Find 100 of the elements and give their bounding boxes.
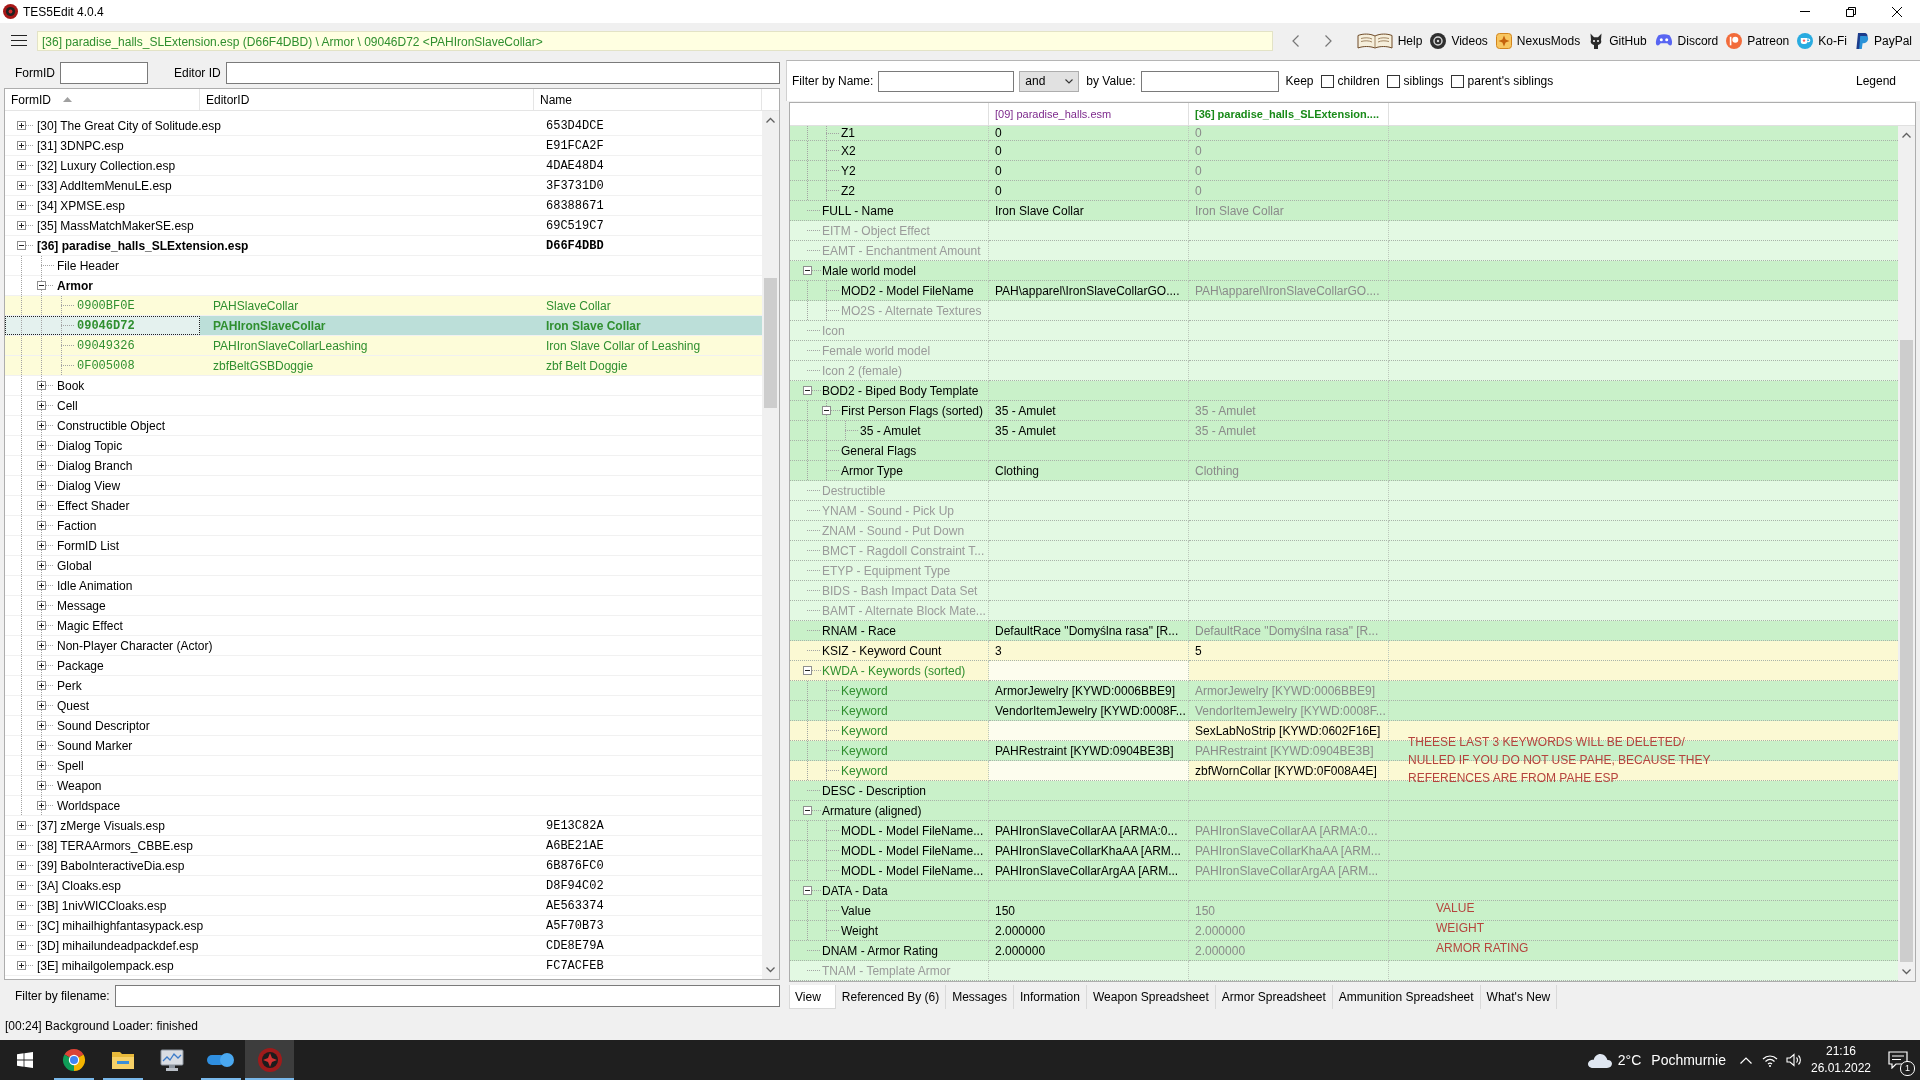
plus-box-icon[interactable]: [17, 881, 26, 890]
tree-item[interactable]: [38] TERAArmors_CBBE.esp: [37, 838, 193, 853]
plus-box-icon[interactable]: [37, 581, 46, 590]
tree-item[interactable]: [3C] mihailhighfantasypack.esp: [37, 918, 204, 933]
tree-item[interactable]: [31] 3DNPC.esp: [37, 138, 124, 153]
toolbar-link[interactable]: Videos: [1430, 29, 1488, 52]
checkbox[interactable]: [1386, 74, 1400, 88]
tree-item[interactable]: Cell: [57, 398, 78, 413]
field-row[interactable]: FULL - Name Iron Slave Collar Iron Slave Collar: [790, 201, 1898, 221]
checkbox-label[interactable]: children: [1337, 74, 1380, 88]
tree-item[interactable]: Non-Player Character (Actor): [57, 638, 213, 653]
plus-box-icon[interactable]: [17, 181, 26, 190]
field-row[interactable]: Z1 0 0: [790, 126, 1898, 141]
tree-item[interactable]: [3D] mihailundeadpackdef.esp: [37, 938, 199, 953]
field-row[interactable]: Keyword ArmorJewelry [KYWD:0006BBE9] ArmorJewelry [KYWD:0006BBE9]: [790, 681, 1898, 701]
tree-item[interactable]: [39] BaboInteractiveDia.esp: [37, 858, 185, 873]
field-row[interactable]: Z2 0 0: [790, 181, 1898, 201]
tree-item[interactable]: Effect Shader: [57, 498, 130, 513]
tab[interactable]: Messages: [946, 985, 1014, 1009]
formid-field[interactable]: [60, 62, 148, 84]
field-row[interactable]: MODL - Model FileName... PAHIronSlaveCollarKhaAA [ARM... PAHIronSlaveCollarKhaAA [ARM...: [790, 841, 1898, 861]
checkbox[interactable]: [1450, 74, 1464, 88]
tree-item[interactable]: Perk: [57, 678, 82, 693]
tree-item[interactable]: Sound Descriptor: [57, 718, 150, 733]
tab[interactable]: Weapon Spreadsheet: [1086, 985, 1216, 1009]
column-header[interactable]: Name: [534, 89, 762, 110]
minus-box-icon[interactable]: [37, 281, 46, 290]
filename-filter-field[interactable]: [114, 985, 780, 1007]
plus-box-icon[interactable]: [17, 221, 26, 230]
operator-dropdown[interactable]: and: [1019, 70, 1080, 92]
record-row[interactable]: 09049326 PAHIronSlaveCollarLeashing Iron Slave Collar of Leashing: [5, 336, 762, 356]
plus-box-icon[interactable]: [17, 201, 26, 210]
field-row[interactable]: Value 150 150 VALUE: [790, 901, 1898, 921]
plus-box-icon[interactable]: [17, 961, 26, 970]
tree-item[interactable]: Package: [57, 658, 104, 673]
plus-box-icon[interactable]: [17, 161, 26, 170]
toolbar-link[interactable]: GitHub: [1588, 29, 1647, 52]
tab[interactable]: View: [789, 985, 836, 1009]
field-row[interactable]: First Person Flags (sorted) 35 - Amulet 35 - Amulet: [790, 401, 1898, 421]
column-header[interactable]: EditorID: [200, 89, 534, 110]
clock-date[interactable]: 26.01.2022: [1810, 1060, 1872, 1077]
field-row[interactable]: DESC - Description: [790, 781, 1898, 801]
legend-link[interactable]: Legend: [1855, 74, 1896, 88]
notification-button[interactable]: 1: [1876, 1040, 1920, 1080]
tree-item[interactable]: Spell: [57, 758, 84, 773]
plus-box-icon[interactable]: [37, 741, 46, 750]
tree-item[interactable]: Weapon: [57, 778, 102, 793]
field-row[interactable]: Male world model: [790, 261, 1898, 281]
field-row[interactable]: General Flags: [790, 441, 1898, 461]
tree-item[interactable]: [33] AddItemMenuLE.esp: [37, 178, 172, 193]
plus-box-icon[interactable]: [17, 861, 26, 870]
plus-box-icon[interactable]: [37, 661, 46, 670]
column-header[interactable]: [36] paradise_halls_SLExtension....: [1189, 103, 1389, 125]
plus-box-icon[interactable]: [37, 681, 46, 690]
field-row[interactable]: MODL - Model FileName... PAHIronSlaveCollarArgAA [ARM... PAHIronSlaveCollarArgAA [ARM...: [790, 861, 1898, 881]
tree-item[interactable]: Sound Marker: [57, 738, 133, 753]
minus-box-icon[interactable]: [17, 241, 26, 250]
record-row[interactable]: 09046D72 PAHIronSlaveCollar Iron Slave Collar: [5, 316, 762, 336]
plus-box-icon[interactable]: [37, 461, 46, 470]
plus-box-icon[interactable]: [37, 781, 46, 790]
field-row[interactable]: KSIZ - Keyword Count 3 5: [790, 641, 1898, 661]
toolbar-link[interactable]: Ko-Fi: [1797, 29, 1847, 52]
plus-box-icon[interactable]: [37, 401, 46, 410]
tab[interactable]: Armor Spreadsheet: [1215, 985, 1333, 1009]
tree-item[interactable]: Faction: [57, 518, 97, 533]
record-row[interactable]: 0900BF0E PAHSlaveCollar Slave Collar: [5, 296, 762, 316]
plus-box-icon[interactable]: [17, 121, 26, 130]
tree-item[interactable]: [30] The Great City of Solitude.esp: [37, 118, 221, 133]
tree-item[interactable]: Global: [57, 558, 92, 573]
plus-box-icon[interactable]: [37, 501, 46, 510]
tree-item[interactable]: Idle Animation: [57, 578, 133, 593]
field-row[interactable]: BOD2 - Biped Body Template: [790, 381, 1898, 401]
tree-item[interactable]: Armor: [57, 278, 93, 293]
taskbar-button[interactable]: [245, 1040, 294, 1080]
minus-box-icon[interactable]: [803, 886, 812, 895]
tree-item[interactable]: Magic Effect: [57, 618, 123, 633]
column-header[interactable]: FormID: [5, 89, 200, 110]
tab[interactable]: What's New: [1480, 985, 1558, 1009]
tree-item[interactable]: Dialog Branch: [57, 458, 133, 473]
field-row[interactable]: X2 0 0: [790, 141, 1898, 161]
field-row[interactable]: RNAM - Race DefaultRace "Domyślna rasa" [R... DefaultRace "Domyślna rasa" [R...: [790, 621, 1898, 641]
field-row[interactable]: MODL - Model FileName... PAHIronSlaveCollarAA [ARMA:0... PAHIronSlaveCollarAA [ARMA:0...: [790, 821, 1898, 841]
minus-box-icon[interactable]: [803, 266, 812, 275]
plus-box-icon[interactable]: [37, 421, 46, 430]
editor-id-field[interactable]: [225, 62, 780, 84]
scrollbar-thumb[interactable]: [1900, 340, 1913, 962]
plus-box-icon[interactable]: [17, 901, 26, 910]
tree-item[interactable]: Quest: [57, 698, 89, 713]
field-row[interactable]: DATA - Data: [790, 881, 1898, 901]
toolbar-link[interactable]: Patreon: [1726, 29, 1790, 52]
tree-item[interactable]: Message: [57, 598, 106, 613]
plus-box-icon[interactable]: [37, 441, 46, 450]
tree-item[interactable]: [3E] mihailgolempack.esp: [37, 958, 174, 973]
tree-item[interactable]: File Header: [57, 258, 120, 273]
checkbox-label[interactable]: siblings: [1403, 74, 1444, 88]
field-row[interactable]: 35 - Amulet 35 - Amulet 35 - Amulet: [790, 421, 1898, 441]
plus-box-icon[interactable]: [37, 481, 46, 490]
checkbox-label[interactable]: parent's siblings: [1467, 74, 1554, 88]
minus-box-icon[interactable]: [803, 386, 812, 395]
field-row[interactable]: Keyword VendorItemJewelry [KYWD:0008F... VendorItemJewelry [KYWD:0008F...: [790, 701, 1898, 721]
